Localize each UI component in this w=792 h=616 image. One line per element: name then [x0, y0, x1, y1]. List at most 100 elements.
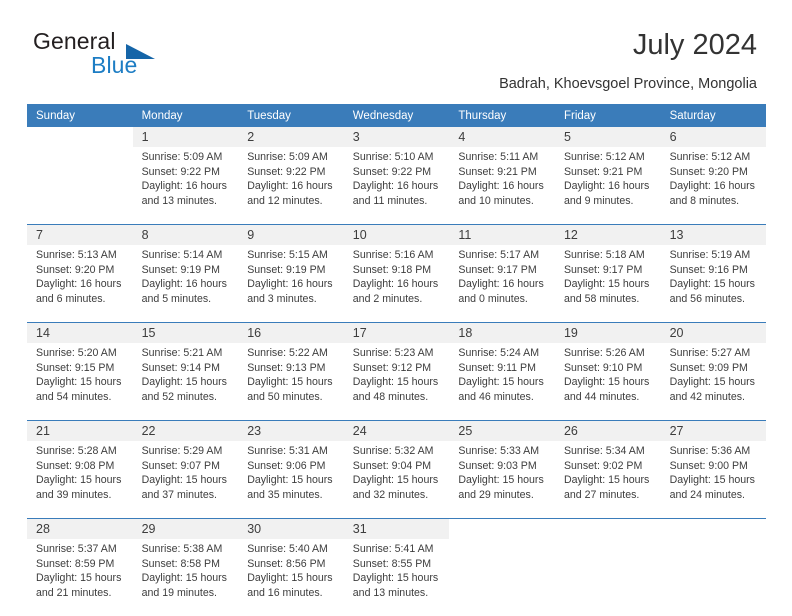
day-number[interactable]: 3 — [343, 127, 450, 147]
day-number[interactable]: 8 — [132, 224, 239, 245]
day-number[interactable]: 30 — [238, 518, 344, 539]
day-number[interactable]: 21 — [27, 420, 133, 441]
day-detail-line: Sunrise: 5:11 AM — [458, 151, 539, 163]
day-detail-line: Sunrise: 5:20 AM — [36, 347, 117, 359]
day-details: Sunrise: 5:12 AM Sunset: 9:21 PM Daylight:… — [554, 147, 661, 225]
day-number[interactable]: 26 — [554, 420, 661, 441]
day-detail-line: and 48 minutes. — [352, 390, 429, 403]
day-detail-line: Daylight: 15 hours — [247, 474, 333, 487]
day-details: Sunrise: 5:23 AM Sunset: 9:12 PM Daylight:… — [343, 343, 450, 421]
day-detail-line: and 19 minutes. — [141, 586, 217, 599]
day-detail-line: and 27 minutes. — [563, 488, 640, 501]
day-detail-line: and 35 minutes. — [247, 488, 323, 501]
day-detail-line: and 10 minutes. — [458, 194, 534, 207]
day-number[interactable]: 12 — [554, 224, 661, 245]
day-details: Sunrise: 5:14 AM Sunset: 9:19 PM Daylight:… — [132, 245, 239, 323]
day-details: Sunrise: 5:16 AM Sunset: 9:18 PM Daylight:… — [343, 245, 450, 323]
day-number[interactable]: 23 — [238, 420, 344, 441]
day-detail-line: Sunrise: 5:18 AM — [563, 249, 645, 261]
day-detail-line: Sunrise: 5:14 AM — [141, 249, 223, 261]
day-detail-line: Sunset: 9:22 PM — [247, 165, 326, 178]
day-details: Sunrise: 5:24 AM Sunset: 9:11 PM Daylight:… — [449, 343, 555, 421]
calendar-header-row: Sunday Monday Tuesday Wednesday Thursday… — [27, 104, 767, 127]
day-detail-line: Sunset: 9:11 PM — [458, 361, 536, 374]
calendar-week-number-row: 7 8 9 10 11 12 13 — [27, 224, 767, 245]
day-detail-line: Sunrise: 5:38 AM — [141, 543, 223, 555]
calendar-week-number-row: 28 29 30 31 — [27, 518, 767, 539]
day-detail-line: Sunrise: 5:41 AM — [352, 543, 434, 555]
calendar-week-info-row: Sunrise: 5:37 AM Sunset: 8:59 PM Daylight:… — [27, 539, 767, 616]
day-number[interactable]: 17 — [343, 322, 450, 343]
day-detail-line: and 29 minutes. — [458, 488, 534, 501]
day-number[interactable]: 24 — [343, 420, 450, 441]
day-detail-line: Daylight: 16 hours — [563, 180, 650, 193]
day-detail-line: Sunrise: 5:09 AM — [247, 151, 328, 163]
day-detail-line: Sunrise: 5:29 AM — [141, 445, 223, 457]
day-details: Sunrise: 5:12 AM Sunset: 9:20 PM Daylight:… — [660, 147, 767, 225]
day-number[interactable]: 9 — [238, 224, 344, 245]
day-details: Sunrise: 5:10 AM Sunset: 9:22 PM Daylight:… — [343, 147, 450, 225]
day-detail-line: Sunrise: 5:28 AM — [36, 445, 117, 457]
calendar-body: 1 2 3 4 5 6 Sunrise: 5:09 AM Sunset: 9:22 PM Day… — [27, 127, 767, 616]
day-details: Sunrise: 5:13 AM Sunset: 9:20 PM Daylight:… — [27, 245, 133, 323]
day-number[interactable]: 6 — [660, 127, 767, 147]
day-number[interactable]: 20 — [660, 322, 767, 343]
day-details: Sunrise: 5:22 AM Sunset: 9:13 PM Daylight:… — [238, 343, 344, 421]
day-details: Sunrise: 5:32 AM Sunset: 9:04 PM Daylight:… — [343, 441, 450, 519]
day-detail-line: Sunrise: 5:34 AM — [563, 445, 645, 457]
page-header: General Blue July 2024 Badrah, Khoevsgoe… — [33, 28, 757, 100]
day-number[interactable]: 25 — [449, 420, 555, 441]
day-detail-line: Sunset: 9:02 PM — [563, 459, 643, 472]
day-number[interactable]: 22 — [132, 420, 239, 441]
day-number[interactable]: 11 — [449, 224, 555, 245]
day-number[interactable]: 29 — [132, 518, 239, 539]
day-detail-line: Sunrise: 5:37 AM — [36, 543, 117, 555]
calendar-week-number-row: 123456 — [27, 127, 767, 147]
day-number[interactable]: 19 — [554, 322, 661, 343]
day-detail-line: Sunset: 9:20 PM — [36, 263, 115, 276]
day-details-empty — [554, 539, 661, 616]
day-details: Sunrise: 5:36 AM Sunset: 9:00 PM Daylight:… — [660, 441, 767, 519]
day-details: Sunrise: 5:38 AM Sunset: 8:58 PM Daylight:… — [132, 539, 239, 616]
day-detail-line: and 52 minutes. — [141, 390, 217, 403]
weekday-header-monday: Monday — [132, 104, 239, 127]
day-number[interactable]: 10 — [343, 224, 450, 245]
day-number[interactable]: 1 — [132, 127, 239, 147]
day-detail-line: Daylight: 15 hours — [563, 474, 650, 487]
day-detail-line: Daylight: 16 hours — [352, 180, 439, 193]
day-number[interactable]: 14 — [27, 322, 133, 343]
day-detail-line: Daylight: 16 hours — [669, 180, 755, 193]
day-detail-line: Daylight: 15 hours — [141, 376, 227, 389]
day-number[interactable]: 13 — [660, 224, 767, 245]
day-details: Sunrise: 5:37 AM Sunset: 8:59 PM Daylight:… — [27, 539, 133, 616]
day-number[interactable]: 18 — [449, 322, 555, 343]
day-detail-line: and 37 minutes. — [141, 488, 217, 501]
day-number[interactable]: 15 — [132, 322, 239, 343]
day-number[interactable]: 28 — [27, 518, 133, 539]
day-detail-line: and 3 minutes. — [247, 292, 317, 305]
day-detail-line: Sunset: 9:21 PM — [563, 165, 643, 178]
weekday-header-wednesday: Wednesday — [343, 104, 450, 127]
day-number[interactable]: 16 — [238, 322, 344, 343]
day-detail-line: Daylight: 15 hours — [247, 376, 333, 389]
day-detail-line: and 9 minutes. — [563, 194, 634, 207]
day-details: Sunrise: 5:17 AM Sunset: 9:17 PM Daylight:… — [449, 245, 555, 323]
day-detail-line: and 2 minutes. — [352, 292, 423, 305]
day-number[interactable]: 7 — [27, 224, 133, 245]
day-detail-line: Sunset: 8:59 PM — [36, 557, 115, 570]
day-number[interactable]: 4 — [449, 127, 555, 147]
day-number[interactable]: 31 — [343, 518, 450, 539]
day-detail-line: Sunset: 9:19 PM — [247, 263, 326, 276]
day-detail-line: and 21 minutes. — [36, 586, 112, 599]
day-detail-line: and 42 minutes. — [669, 390, 745, 403]
day-detail-line: and 39 minutes. — [36, 488, 112, 501]
logo-text-blue: Blue — [91, 52, 138, 78]
day-detail-line: Daylight: 15 hours — [458, 376, 544, 389]
day-detail-line: Daylight: 15 hours — [669, 376, 755, 389]
day-number[interactable]: 5 — [554, 127, 661, 147]
day-details: Sunrise: 5:33 AM Sunset: 9:03 PM Daylight:… — [449, 441, 555, 519]
day-detail-line: Sunrise: 5:26 AM — [563, 347, 645, 359]
day-details: Sunrise: 5:09 AM Sunset: 9:22 PM Daylight:… — [238, 147, 344, 225]
day-number[interactable]: 27 — [660, 420, 767, 441]
day-number[interactable]: 2 — [238, 127, 344, 147]
